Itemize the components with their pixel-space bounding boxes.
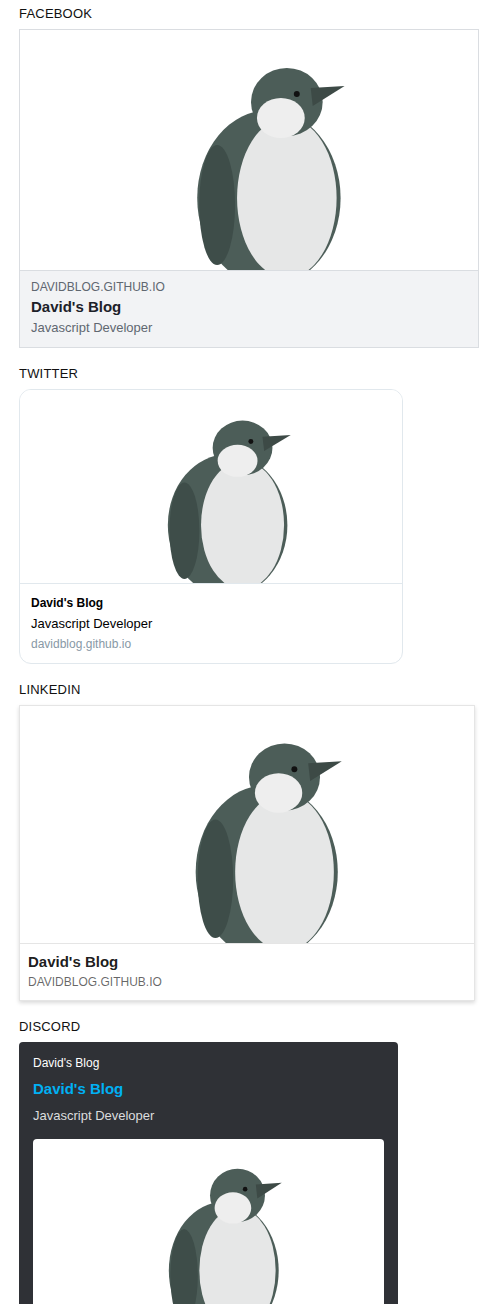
card-domain: DAVIDBLOG.GITHUB.IO <box>31 279 467 295</box>
card-title: David's Blog <box>31 594 391 612</box>
card-description: Javascript Developer <box>33 1107 384 1125</box>
preview-image <box>20 30 478 270</box>
preview-section: LINKEDIN David's BlogDAVIDBLOG.GITHUB.IO <box>19 681 500 1001</box>
linkedin-card[interactable]: David's BlogDAVIDBLOG.GITHUB.IO <box>19 705 475 1001</box>
preview-image <box>33 1139 384 1304</box>
facebook-card[interactable]: DAVIDBLOG.GITHUB.IO David's BlogJavascrip… <box>19 29 479 348</box>
preview-image <box>20 390 402 583</box>
preview-page: FACEBOOKDAVIDBLOG.GITHUB.IODavid's BlogJ… <box>0 0 500 1304</box>
penguin-icon <box>20 706 474 943</box>
card-description: Javascript Developer <box>31 318 467 338</box>
card-title: David's Blog <box>28 952 466 972</box>
preview-section: FACEBOOK DAVIDBLOG.GITHUB.IO David's BlogJ… <box>19 5 500 348</box>
preview-section: DISCORD David's Blog David's Blog Javascrip… <box>19 1018 500 1304</box>
discord-card[interactable]: David's Blog David's Blog Javascript Devel… <box>19 1042 398 1304</box>
penguin-icon <box>20 390 402 583</box>
card-title: David's Blog <box>33 1079 384 1099</box>
platform-label: FACEBOOK <box>19 5 500 23</box>
card-title: David's Blog <box>31 297 467 317</box>
card-domain: davidblog.github.io <box>31 635 391 653</box>
platform-label: DISCORD <box>19 1018 500 1036</box>
preview-section: TWITTER David's Blog Javascript Developerd… <box>19 365 500 664</box>
card-site: David's Blog <box>33 1055 384 1071</box>
penguin-icon <box>20 30 478 270</box>
penguin-icon <box>33 1139 384 1304</box>
card-domain: DAVIDBLOG.GITHUB.IO <box>28 973 466 991</box>
preview-image <box>20 706 474 943</box>
twitter-card[interactable]: David's Blog Javascript Developerdavidblo… <box>19 389 403 664</box>
platform-label: TWITTER <box>19 365 500 383</box>
platform-label: LINKEDIN <box>19 681 500 699</box>
card-description: Javascript Developer <box>31 614 391 634</box>
